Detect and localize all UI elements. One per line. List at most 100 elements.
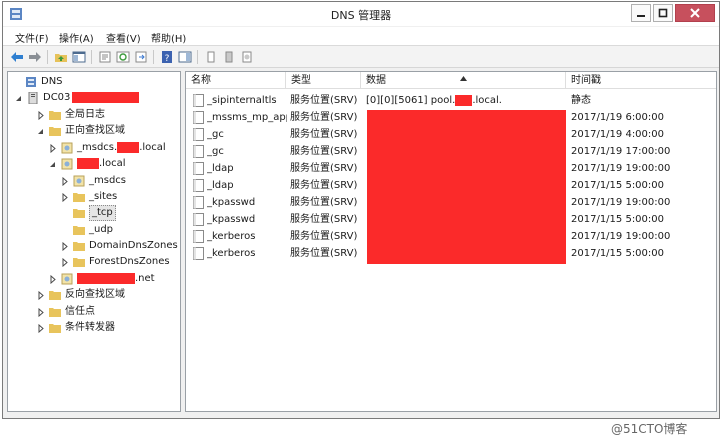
column-header-name[interactable]: 名称 [186,72,286,89]
folder-icon [49,324,61,333]
watermark: @51CTO博客 [611,422,688,436]
up-level-button[interactable] [53,49,69,65]
tree-label: 正向查找区域 [65,125,125,136]
up-folder-icon [55,54,67,62]
help-icon: ? [162,51,172,63]
tree-label: 全局日志 [65,109,105,120]
tree-item-global-logs[interactable]: 全局日志 [36,107,105,123]
tree-item-dns[interactable]: DNS [12,74,63,90]
menu-file[interactable]: 文件(F) [15,30,49,45]
tree-item-trust-points[interactable]: 信任点 [36,304,95,320]
table-row[interactable]: _sipinternaltls 服务位置(SRV) [0][0][5061] poo… [186,92,716,109]
zone-icon [242,51,252,63]
menu-view[interactable]: 查看(V) [106,30,141,45]
redaction-block [455,94,473,106]
record-type: 服务位置(SRV) [290,163,358,174]
zone-icon [61,142,73,154]
collapse-icon [50,161,55,167]
record-button[interactable] [203,49,219,65]
folder-icon [49,111,61,120]
tree-item-forestdnszones[interactable]: ForestDnsZones [60,254,170,270]
properties-button[interactable] [97,49,113,65]
tree-item-msdcs[interactable]: _msdcs [60,173,126,189]
tree-label: DC03 [43,92,71,103]
record-name: _ldap [207,180,234,191]
tree-label: 条件转发器 [65,322,115,333]
record-type: 服务位置(SRV) [290,129,358,140]
refresh-button[interactable] [115,49,131,65]
record-timestamp: 2017/1/19 4:00:00 [571,129,665,140]
record-data-suffix: .local. [472,95,502,106]
record-icon [193,111,204,124]
expand-icon [62,257,68,267]
forward-button[interactable] [27,49,43,65]
show-hide-tree-button[interactable] [71,49,87,65]
record-timestamp: 2017/1/19 6:00:00 [571,112,665,123]
server-icon [225,51,233,63]
tree-item-forward-lookup-zones[interactable]: 正向查找区域 [36,123,125,139]
column-header-type[interactable]: 类型 [286,72,361,89]
tree-item-reverse-lookup-zones[interactable]: 反向查找区域 [36,287,125,303]
maximize-button[interactable] [653,4,673,22]
tree-item-net-zone[interactable]: .net [48,271,155,287]
folder-icon [73,258,85,267]
record-timestamp: 2017/1/19 19:00:00 [571,231,671,242]
tree-label: DNS [41,76,63,87]
dns-manager-window: DNS 管理器 文件(F) 操作(A) 查看(V) 帮助(H) ? DNS DC… [2,1,720,419]
folder-icon [73,226,85,235]
help-button[interactable]: ? [159,49,175,65]
minimize-icon [637,15,645,17]
record-icon [207,51,215,63]
expand-icon [38,323,44,333]
close-button[interactable] [675,4,715,22]
record-type: 服务位置(SRV) [290,197,358,208]
tree-label: 反向查找区域 [65,289,125,300]
tree-label: _tcp [89,205,116,221]
console-tree[interactable]: DNS DC03 全局日志 正向查找区域 _msdcs. .local .loc… [7,71,181,412]
server-button[interactable] [221,49,237,65]
expand-icon [38,307,44,317]
expand-icon [62,192,68,202]
tree-item-local-zone[interactable]: .local [48,156,125,172]
zone-button[interactable] [239,49,255,65]
record-name: _mssms_mp_app [207,112,287,123]
menu-action[interactable]: 操作(A) [59,30,94,45]
expand-icon [38,110,44,120]
tree-item-dc03[interactable]: DC03 [14,90,140,106]
refresh-icon [116,51,130,63]
record-type: 服务位置(SRV) [290,95,358,106]
tree-label-suffix: .local [139,142,166,153]
records-list[interactable]: 名称 类型 数据 时间戳 _sipinternaltls 服务位置(SRV) [0]… [185,71,717,412]
folder-icon [73,209,85,218]
back-button[interactable] [9,49,25,65]
tree-label: _msdcs. [77,142,118,153]
tree-item-conditional-forwarders[interactable]: 条件转发器 [36,320,115,336]
expand-icon [50,143,56,153]
title-bar[interactable]: DNS 管理器 [3,2,719,26]
menu-help[interactable]: 帮助(H) [151,30,186,45]
maximize-icon [658,8,668,18]
tree-item-msdcs-zone[interactable]: _msdcs. .local [48,140,166,156]
record-name: _gc [207,146,224,157]
server-icon [28,92,38,104]
record-name: _kpasswd [207,214,256,225]
collapse-icon [16,95,21,101]
expand-icon [62,241,68,251]
tree-item-domaindnszones[interactable]: DomainDnsZones [60,238,178,254]
tree-item-sites[interactable]: _sites [60,189,117,205]
record-timestamp: 2017/1/19 17:00:00 [571,146,671,157]
record-timestamp: 2017/1/19 19:00:00 [571,197,671,208]
record-icon [193,213,204,226]
export-list-button[interactable] [133,49,149,65]
column-header-timestamp[interactable]: 时间戳 [566,72,716,89]
minimize-button[interactable] [631,4,651,22]
tree-item-tcp[interactable]: _tcp [60,205,116,221]
tree-item-udp[interactable]: _udp [60,222,113,238]
action-pane-button[interactable] [177,49,193,65]
action-pane-icon [178,51,192,63]
record-timestamp: 2017/1/15 5:00:00 [571,248,665,259]
record-icon [193,196,204,209]
tree-label-suffix: .net [135,273,155,284]
zone-icon [73,175,85,187]
